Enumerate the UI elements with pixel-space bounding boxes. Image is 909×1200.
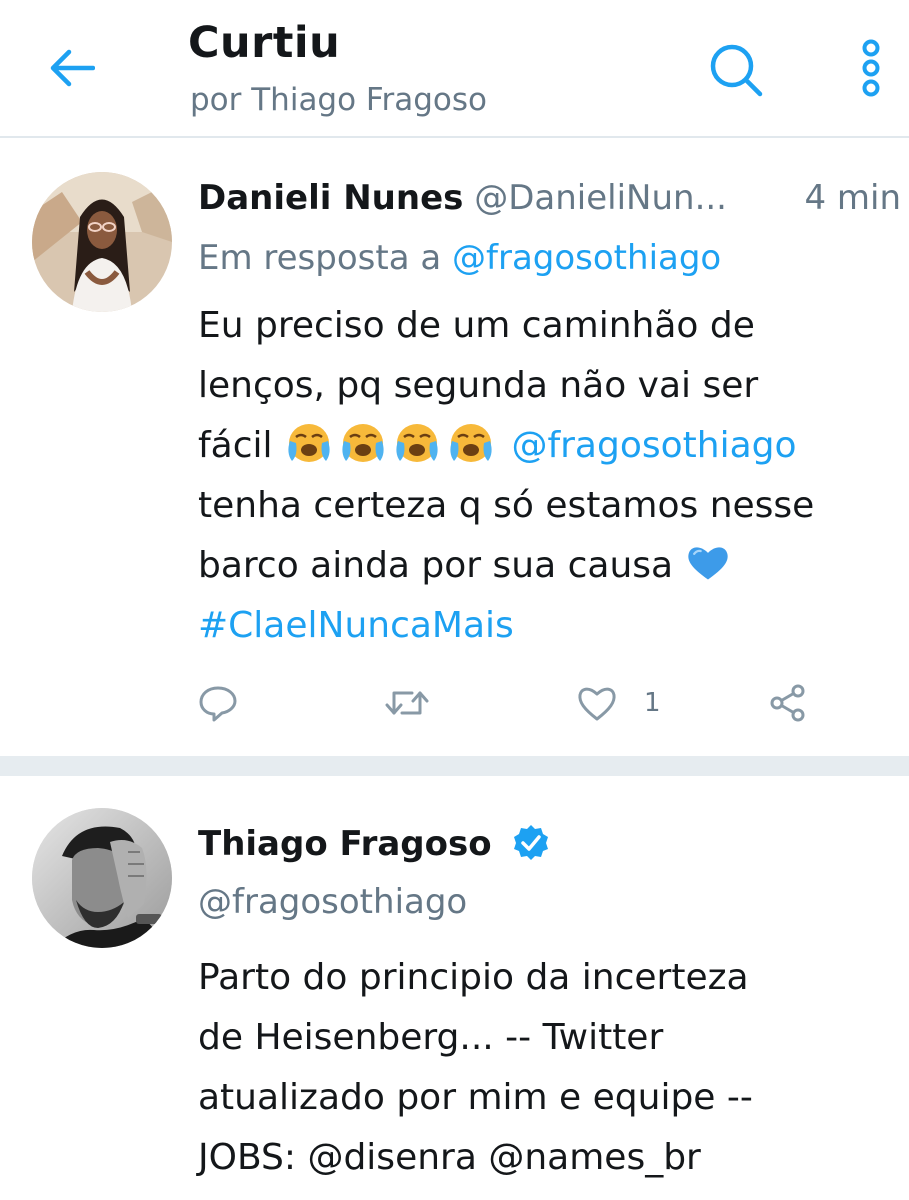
page-subtitle: por Thiago Fragoso: [190, 82, 488, 118]
page-title: Curtiu: [188, 18, 341, 68]
arrow-left-icon: [50, 49, 95, 87]
bio-line: de Heisenberg... -- Twitter: [198, 1017, 664, 1058]
bio-fragment: JOBS:: [198, 1137, 296, 1178]
more-options-button[interactable]: [846, 36, 896, 100]
tweet-mention[interactable]: @fragosothiago: [511, 425, 796, 466]
hashtag-link[interactable]: #ClaelNuncaMais: [198, 596, 898, 656]
tweet-text-fragment: barco ainda por sua causa: [198, 545, 674, 586]
reply-to-mention[interactable]: @fragosothiago: [452, 238, 721, 278]
tweet-author[interactable]: Danieli Nunes @DanieliNun...: [198, 178, 727, 218]
tweet-text-fragment: fácil: [198, 425, 273, 466]
back-button[interactable]: [46, 42, 98, 94]
username-handle[interactable]: @DanieliNun...: [474, 178, 727, 218]
blue-heart-emoji-icon: [687, 547, 728, 580]
crying-face-emoji-icon: [396, 424, 438, 462]
tweet-text-line: tenha certeza q só estamos nesse: [198, 485, 815, 526]
verified-badge-icon: [514, 824, 549, 860]
reply-prefix: Em resposta a: [198, 238, 442, 278]
share-button[interactable]: [768, 680, 808, 726]
tweet-body: Eu preciso de um caminhão de lenços, pq …: [198, 296, 898, 656]
tweet-action-bar: 1: [198, 680, 818, 730]
bio-line: JOBS: @disenra @names_br: [198, 1128, 898, 1188]
reply-icon: [199, 686, 237, 722]
retweet-button[interactable]: [384, 680, 430, 726]
avatar[interactable]: [32, 808, 172, 948]
heart-outline-icon: [578, 687, 616, 721]
tweet-timestamp: 4 min: [804, 178, 901, 218]
display-name[interactable]: Thiago Fragoso: [198, 824, 492, 864]
like-count: 1: [644, 688, 661, 718]
more-vertical-icon: [862, 39, 880, 97]
user-card[interactable]: Thiago Fragoso @fragosothiago Parto do p…: [0, 776, 909, 1200]
bio-line: Parto do principio da incerteza: [198, 957, 749, 998]
avatar-photo-icon: [32, 808, 172, 948]
tweet[interactable]: Danieli Nunes @DanieliNun... 4 min Em re…: [0, 138, 909, 756]
retweet-icon: [385, 691, 429, 715]
search-icon: [710, 44, 763, 97]
username-handle[interactable]: @fragosothiago: [198, 882, 467, 922]
crying-face-emoji-icon: [342, 424, 384, 462]
search-button[interactable]: [706, 40, 766, 100]
like-button[interactable]: 1: [576, 680, 661, 726]
share-icon: [770, 684, 805, 722]
bio-mention[interactable]: @names_br: [488, 1137, 701, 1178]
top-app-bar: Curtiu por Thiago Fragoso: [0, 0, 909, 138]
crying-face-emoji-icon: [450, 424, 492, 462]
reply-button[interactable]: [198, 680, 238, 726]
tweet-divider: [0, 756, 909, 776]
tweet-text-line: lenços, pq segunda não vai ser: [198, 365, 759, 406]
avatar-photo-icon: [32, 172, 172, 312]
avatar[interactable]: [32, 172, 172, 312]
tweet-text-line: barco ainda por sua causa: [198, 536, 898, 596]
tweet-text-line: Eu preciso de um caminhão de: [198, 305, 755, 346]
bio-mention[interactable]: @disenra: [307, 1137, 476, 1178]
user-bio: Parto do principio da incerteza de Heise…: [198, 948, 898, 1188]
display-name[interactable]: Danieli Nunes: [198, 178, 463, 218]
tweet-text-line: fácil @fragosothiago: [198, 416, 898, 476]
bio-line: atualizado por mim e equipe --: [198, 1077, 753, 1118]
reply-context: Em resposta a @fragosothiago: [198, 238, 721, 278]
crying-face-emoji-icon: [288, 424, 330, 462]
user-name-row[interactable]: Thiago Fragoso: [198, 824, 550, 865]
